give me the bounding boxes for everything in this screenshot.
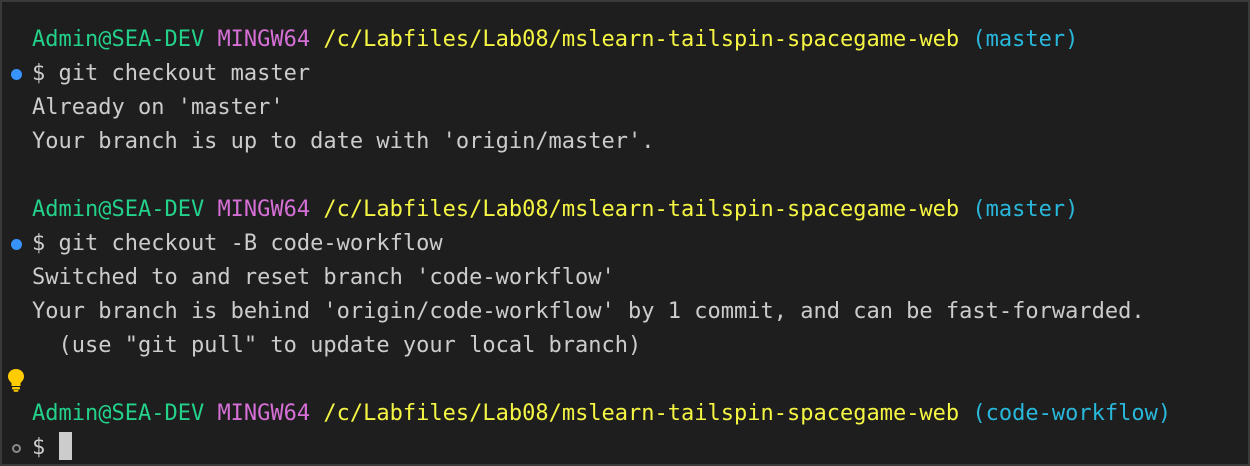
prompt-branch: (master) xyxy=(972,197,1079,222)
prompt-line: Admin@SEA-DEV MINGW64 /c/Labfiles/Lab08/… xyxy=(2,397,1248,431)
prompt-user-host: Admin@SEA-DEV xyxy=(32,401,205,426)
output-line: Your branch is up to date with 'origin/m… xyxy=(2,125,1248,159)
prompt-branch: (code-workflow) xyxy=(972,401,1172,426)
output-text: Your branch is up to date with 'origin/m… xyxy=(32,129,655,154)
prompt-user-host: Admin@SEA-DEV xyxy=(32,197,205,222)
command-prompt-symbol: $ xyxy=(32,435,59,460)
command-text: $ git checkout master xyxy=(32,61,311,86)
output-text: (use "git pull" to update your local bra… xyxy=(32,333,642,358)
prompt-system: MINGW64 xyxy=(217,27,311,52)
output-text: Your branch is behind 'origin/code-workf… xyxy=(32,299,1145,324)
prompt-path: /c/Labfiles/Lab08/mslearn-tailspin-space… xyxy=(323,197,960,222)
prompt-path: /c/Labfiles/Lab08/mslearn-tailspin-space… xyxy=(323,27,960,52)
prompt-system: MINGW64 xyxy=(217,197,311,222)
command-line: $ git checkout master xyxy=(2,57,1248,91)
blank-line xyxy=(2,363,1248,397)
text-cursor xyxy=(58,432,72,460)
output-line: (use "git pull" to update your local bra… xyxy=(2,329,1248,363)
command-text: $ git checkout -B code-workflow xyxy=(32,231,443,256)
prompt-path: /c/Labfiles/Lab08/mslearn-tailspin-space… xyxy=(323,401,960,426)
terminal-panel[interactable]: Admin@SEA-DEV MINGW64 /c/Labfiles/Lab08/… xyxy=(0,0,1250,466)
prompt-system: MINGW64 xyxy=(217,401,311,426)
lightbulb-icon[interactable] xyxy=(6,363,26,397)
command-pending-icon[interactable] xyxy=(6,431,26,465)
output-text: Already on 'master' xyxy=(32,95,284,120)
prompt-user-host: Admin@SEA-DEV xyxy=(32,27,205,52)
output-text: Switched to and reset branch 'code-workf… xyxy=(32,265,615,290)
input-line[interactable]: $ xyxy=(2,431,1248,465)
prompt-line: Admin@SEA-DEV MINGW64 /c/Labfiles/Lab08/… xyxy=(2,23,1248,57)
prompt-line: Admin@SEA-DEV MINGW64 /c/Labfiles/Lab08/… xyxy=(2,193,1248,227)
command-success-icon[interactable] xyxy=(6,227,26,261)
output-line: Your branch is behind 'origin/code-workf… xyxy=(2,295,1248,329)
command-success-icon[interactable] xyxy=(6,57,26,91)
output-line: Switched to and reset branch 'code-workf… xyxy=(2,261,1248,295)
command-line: $ git checkout -B code-workflow xyxy=(2,227,1248,261)
prompt-branch: (master) xyxy=(972,27,1079,52)
output-line: Already on 'master' xyxy=(2,91,1248,125)
